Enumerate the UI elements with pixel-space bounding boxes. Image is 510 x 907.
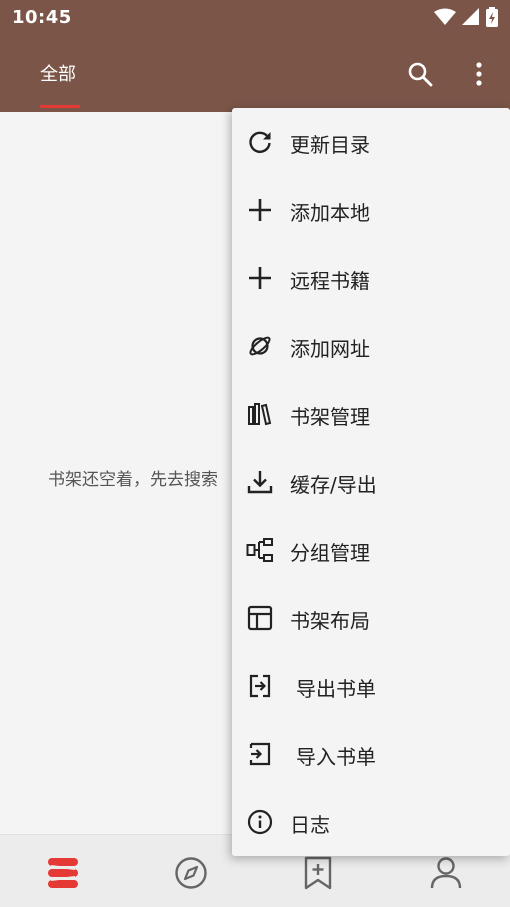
menu-item-cache-export[interactable]: 缓存/导出 [232,448,510,516]
tab-indicator [40,105,80,108]
bookmark-plus-icon [304,856,332,890]
menu-item-label: 书架布局 [290,609,370,633]
signal-icon [462,8,479,25]
overflow-menu: 更新目录 添加本地 远程书籍 添加网址 书架管理 缓存/导出 分组管理 书架布局… [232,108,510,856]
refresh-icon [246,128,274,156]
menu-item-add-url[interactable]: 添加网址 [232,312,510,380]
menu-item-bookshelf-manage[interactable]: 书架管理 [232,380,510,448]
menu-item-label: 分组管理 [290,541,370,565]
menu-item-label: 导入书单 [296,745,376,769]
menu-item-log[interactable]: 日志 [232,788,510,856]
status-time: 10:45 [12,7,72,28]
more-vert-icon [476,62,482,86]
menu-item-label: 日志 [290,813,330,837]
menu-item-label: 远程书籍 [290,269,370,293]
info-icon [246,808,274,836]
planet-icon [246,332,274,360]
menu-item-label: 导出书单 [296,677,376,701]
menu-item-import-booklist[interactable]: 导入书单 [232,720,510,788]
menu-item-label: 缓存/导出 [290,473,377,497]
menu-item-label: 更新目录 [290,133,370,157]
group-icon [246,536,274,564]
download-icon [246,468,274,496]
menu-item-update-catalog[interactable]: 更新目录 [232,108,510,176]
nav-subscribe[interactable] [298,853,338,893]
search-button[interactable] [402,56,438,92]
app-bar: 全部 [0,36,510,112]
more-options-button[interactable] [463,56,495,92]
system-icons [434,7,498,27]
books-icon [246,400,274,428]
nav-bookshelf[interactable] [43,853,83,893]
plus-icon [246,196,274,224]
compass-icon [175,857,207,889]
menu-item-label: 书架管理 [290,405,370,429]
menu-item-add-local[interactable]: 添加本地 [232,176,510,244]
export-icon [246,672,274,700]
status-bar: 10:45 [0,0,510,36]
menu-item-group-manage[interactable]: 分组管理 [232,516,510,584]
nav-discover[interactable] [171,853,211,893]
menu-item-remote-books[interactable]: 远程书籍 [232,244,510,312]
search-icon [408,62,433,87]
bookshelf-icon [48,858,78,888]
nav-profile[interactable] [426,853,466,893]
menu-item-label: 添加本地 [290,201,370,225]
menu-item-export-booklist[interactable]: 导出书单 [232,652,510,720]
tab-all[interactable]: 全部 [40,60,76,86]
layout-icon [246,604,274,632]
wifi-icon [434,8,456,25]
menu-item-label: 添加网址 [290,337,370,361]
import-icon [246,740,274,768]
person-icon [430,857,462,889]
empty-bookshelf-text: 书架还空着，先去搜索 [48,470,218,490]
battery-icon [486,7,498,27]
plus-icon [246,264,274,292]
menu-item-bookshelf-layout[interactable]: 书架布局 [232,584,510,652]
